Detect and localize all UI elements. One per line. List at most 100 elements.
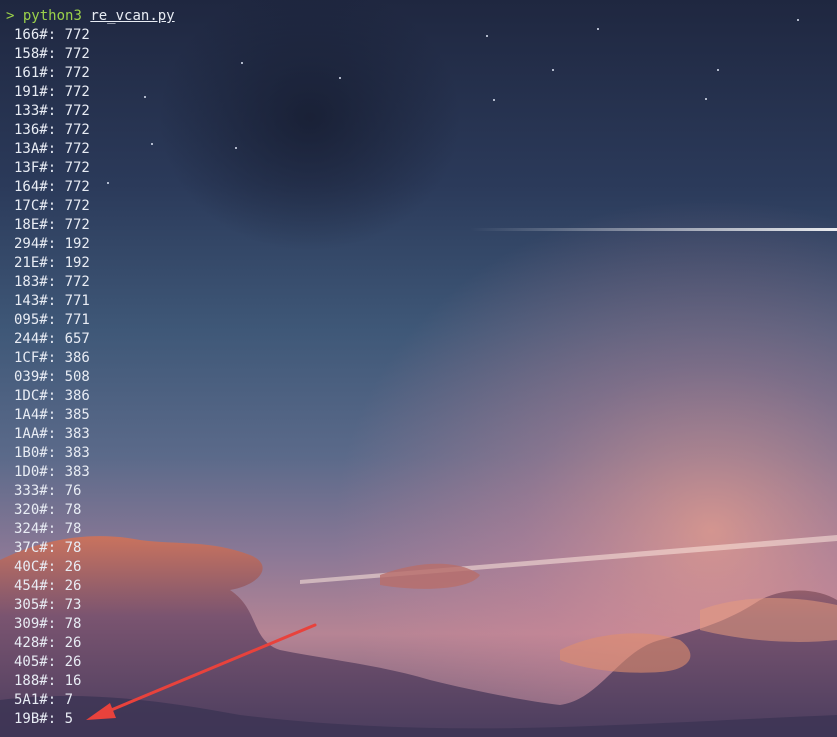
- output-line: 320#: 78: [14, 502, 82, 518]
- output-line: 183#: 772: [14, 274, 90, 290]
- can-id: 136#: [14, 122, 48, 138]
- command-name: python3: [22, 8, 82, 24]
- can-count: 772: [64, 46, 90, 62]
- output-line: 095#: 771: [14, 312, 90, 328]
- can-id: 40C#: [14, 559, 48, 575]
- can-count: 16: [64, 673, 82, 689]
- can-id: 21E#: [14, 255, 48, 271]
- can-count: 5: [64, 711, 74, 727]
- output-line: 188#: 16: [14, 673, 82, 689]
- can-count: 772: [64, 198, 90, 214]
- output-line: 13F#: 772: [14, 160, 90, 176]
- output-line: 191#: 772: [14, 84, 90, 100]
- output-line: 428#: 26: [14, 635, 82, 651]
- can-id: 37C#: [14, 540, 48, 556]
- output-line: 5A1#: 7: [14, 692, 74, 708]
- output-line: 17C#: 772: [14, 198, 90, 214]
- can-count: 73: [64, 597, 82, 613]
- can-id: 244#: [14, 331, 48, 347]
- output-line: 294#: 192: [14, 236, 90, 252]
- can-id: 095#: [14, 312, 48, 328]
- can-count: 772: [64, 84, 90, 100]
- can-id: 294#: [14, 236, 48, 252]
- can-id: 13A#: [14, 141, 48, 157]
- can-id: 164#: [14, 179, 48, 195]
- can-count: 772: [64, 27, 90, 43]
- script-filename: re_vcan.py: [90, 8, 175, 24]
- can-id: 454#: [14, 578, 48, 594]
- can-id: 1CF#: [14, 350, 48, 366]
- can-count: 385: [64, 407, 90, 423]
- can-count: 386: [64, 388, 90, 404]
- output-list: 166#: 772 158#: 772 161#: 772 191#: 772 133#…: [6, 26, 837, 729]
- can-count: 771: [64, 312, 90, 328]
- output-line: 333#: 76: [14, 483, 82, 499]
- output-line: 40C#: 26: [14, 559, 82, 575]
- can-count: 772: [64, 179, 90, 195]
- output-line: 1A4#: 385: [14, 407, 90, 423]
- can-count: 26: [64, 559, 82, 575]
- can-id: 333#: [14, 483, 48, 499]
- can-count: 26: [64, 635, 82, 651]
- can-id: 158#: [14, 46, 48, 62]
- can-count: 386: [64, 350, 90, 366]
- output-line: 1AA#: 383: [14, 426, 90, 442]
- output-line: 405#: 26: [14, 654, 82, 670]
- output-line: 454#: 26: [14, 578, 82, 594]
- can-id: 405#: [14, 654, 48, 670]
- can-count: 192: [64, 236, 90, 252]
- can-id: 191#: [14, 84, 48, 100]
- output-line: 039#: 508: [14, 369, 90, 385]
- prompt-symbol: >: [6, 8, 15, 24]
- can-count: 772: [64, 160, 90, 176]
- output-line: 166#: 772: [14, 27, 90, 43]
- can-count: 772: [64, 141, 90, 157]
- can-id: 18E#: [14, 217, 48, 233]
- can-id: 5A1#: [14, 692, 48, 708]
- can-id: 17C#: [14, 198, 48, 214]
- can-count: 772: [64, 274, 90, 290]
- can-id: 1DC#: [14, 388, 48, 404]
- output-line: 37C#: 78: [14, 540, 82, 556]
- output-line: 13A#: 772: [14, 141, 90, 157]
- can-count: 772: [64, 122, 90, 138]
- output-line: 143#: 771: [14, 293, 90, 309]
- can-id: 1B0#: [14, 445, 48, 461]
- can-count: 78: [64, 616, 82, 632]
- can-count: 771: [64, 293, 90, 309]
- command-line: > python3 re_vcan.py: [6, 7, 837, 26]
- output-line: 244#: 657: [14, 331, 90, 347]
- output-line: 161#: 772: [14, 65, 90, 81]
- can-count: 772: [64, 65, 90, 81]
- can-count: 508: [64, 369, 90, 385]
- can-count: 76: [64, 483, 82, 499]
- can-count: 383: [64, 426, 90, 442]
- can-id: 143#: [14, 293, 48, 309]
- can-id: 428#: [14, 635, 48, 651]
- can-id: 161#: [14, 65, 48, 81]
- output-line: 1CF#: 386: [14, 350, 90, 366]
- output-line: 136#: 772: [14, 122, 90, 138]
- can-count: 26: [64, 578, 82, 594]
- can-id: 166#: [14, 27, 48, 43]
- can-id: 320#: [14, 502, 48, 518]
- output-line: 158#: 772: [14, 46, 90, 62]
- can-count: 383: [64, 464, 90, 480]
- can-id: 13F#: [14, 160, 48, 176]
- can-id: 133#: [14, 103, 48, 119]
- can-count: 78: [64, 540, 82, 556]
- output-line: 305#: 73: [14, 597, 82, 613]
- can-id: 1AA#: [14, 426, 48, 442]
- output-line: 164#: 772: [14, 179, 90, 195]
- output-line: 324#: 78: [14, 521, 82, 537]
- can-count: 657: [64, 331, 90, 347]
- output-line: 1B0#: 383: [14, 445, 90, 461]
- can-id: 183#: [14, 274, 48, 290]
- can-id: 309#: [14, 616, 48, 632]
- can-count: 192: [64, 255, 90, 271]
- terminal-output: > python3 re_vcan.py 166#: 772 158#: 772 1…: [0, 0, 837, 737]
- can-id: 324#: [14, 521, 48, 537]
- output-line: 19B#: 5: [14, 711, 74, 727]
- can-count: 26: [64, 654, 82, 670]
- can-count: 7: [64, 692, 74, 708]
